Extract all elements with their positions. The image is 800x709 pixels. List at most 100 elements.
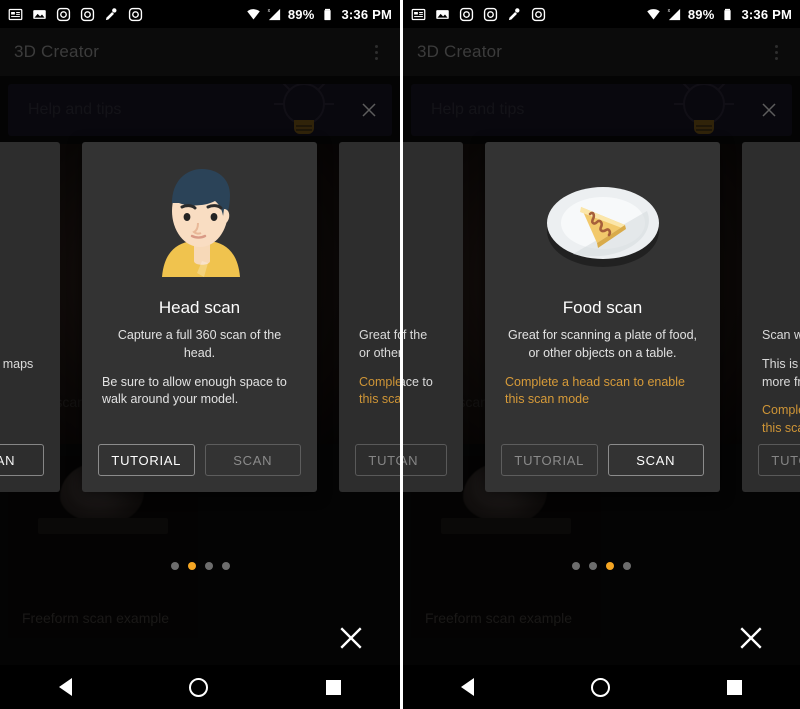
carousel-page-indicator [0, 562, 400, 570]
scan-card-previous[interactable]: Face scan Scan a face. Move around to le… [0, 142, 60, 492]
news-icon [411, 8, 426, 20]
app-bar: 3D Creator [403, 28, 800, 76]
instagram-icon [56, 7, 71, 21]
card-description-secondary: This is good for objects you want more f… [762, 356, 800, 389]
battery-icon [724, 8, 732, 20]
phone-screen-left: x 89% 3:36 PM 3D Creator Help and tips [0, 0, 400, 709]
back-button-icon[interactable] [58, 678, 72, 696]
card-description: Great for scanning a plate of food, or o… [359, 328, 400, 360]
close-icon[interactable] [338, 625, 364, 651]
card-actions: TUTORIAL SCAN [0, 444, 44, 476]
card-art-placeholder [0, 148, 40, 298]
card-art-placeholder [403, 148, 443, 298]
overflow-menu-icon[interactable] [366, 42, 386, 62]
page-dot[interactable] [221, 562, 230, 570]
card-title: Food scan [359, 298, 400, 318]
scan-card-previous[interactable]: Head scan Capture a full 360 scan of the… [403, 142, 463, 492]
card-description-secondary: Move around to learn how it maps surroun… [0, 356, 34, 371]
card-title: Freeform scan [762, 298, 800, 318]
close-icon[interactable] [738, 625, 764, 651]
page-dot-active[interactable] [606, 562, 614, 570]
instagram-icon [483, 7, 498, 21]
screen-content: Help and tips Head scan Freeform scan ex… [403, 76, 800, 709]
scan-card-head-scan[interactable]: Head scan Capture a full 360 scan of the… [82, 142, 317, 492]
page-dot[interactable] [204, 562, 213, 570]
card-description: Great for scanning a plate of food, or o… [507, 328, 697, 360]
page-dot-active[interactable] [187, 562, 196, 570]
scan-button[interactable]: SCAN [0, 444, 44, 476]
scan-card-next[interactable]: Freeform scan Scan without restrictions.… [742, 142, 800, 492]
svg-text:x: x [667, 8, 670, 14]
cellular-signal-icon: x [267, 8, 280, 20]
carousel-page-indicator [403, 562, 800, 570]
microphone-icon [508, 7, 520, 20]
page-title: 3D Creator [14, 42, 100, 61]
status-notification-icons [8, 7, 143, 22]
card-actions: TUTORIAL SCAN [355, 444, 400, 476]
tutorial-button[interactable]: TUTORIAL [355, 444, 400, 476]
phone-screen-right: x 89% 3:36 PM 3D Creator Help and tips [400, 0, 800, 709]
tutorial-button[interactable]: TUTORIAL [98, 444, 195, 476]
status-bar: x 89% 3:36 PM [0, 0, 400, 28]
instagram-icon [80, 7, 95, 21]
head-avatar-illustration [102, 148, 297, 298]
card-actions: TUTORIAL SCAN [98, 444, 301, 476]
scan-mode-carousel[interactable]: Face scan Scan a face. Move around to le… [0, 142, 400, 562]
card-note: Complete a head scan to enable this scan… [359, 374, 400, 407]
status-bar: x 89% 3:36 PM [403, 0, 800, 28]
card-description-secondary: Be sure to allow enough space to walk ar… [102, 374, 287, 407]
scan-button[interactable]: SCAN [204, 444, 301, 476]
head-avatar-icon [161, 169, 240, 277]
page-dot[interactable] [623, 562, 631, 570]
card-title: Food scan [562, 298, 643, 317]
scan-mode-carousel[interactable]: Head scan Capture a full 360 scan of the… [403, 142, 800, 562]
recents-button-icon[interactable] [326, 679, 342, 695]
card-actions: TUTORIAL SCAN [501, 444, 704, 476]
card-description: Capture a full 360 scan of the head. [403, 328, 428, 342]
instagram-icon [459, 7, 474, 21]
page-dot[interactable] [170, 562, 179, 570]
home-button-icon[interactable] [189, 677, 209, 697]
battery-icon [324, 8, 332, 20]
card-actions: TUTORIAL SCAN [758, 444, 800, 476]
card-art-placeholder [359, 148, 400, 298]
instagram-icon [128, 7, 143, 21]
card-description: Capture a full 360 scan of the head. [117, 328, 282, 360]
dual-screenshot: x 89% 3:36 PM 3D Creator Help and tips [0, 0, 800, 709]
wifi-icon [247, 8, 260, 19]
card-description: Scan without restrictions. [762, 328, 800, 342]
app-bar: 3D Creator [0, 28, 400, 76]
card-description: Scan a face. [0, 327, 40, 345]
wifi-icon [647, 8, 660, 19]
instagram-icon [531, 7, 546, 21]
svg-text:x: x [267, 8, 270, 14]
scan-button[interactable]: SCAN [607, 444, 704, 476]
clock: 3:36 PM [741, 6, 792, 22]
status-notification-icons [411, 7, 546, 22]
image-icon [436, 9, 449, 19]
recents-button-icon[interactable] [726, 679, 742, 695]
tutorial-button[interactable]: TUTORIAL [501, 444, 598, 476]
card-note: Complete a head scan to enable this scan… [505, 374, 685, 407]
tutorial-button[interactable]: TUTORIAL [758, 444, 800, 476]
card-art-placeholder [762, 148, 800, 298]
card-description-secondary: Be sure to allow enough space to walk ar… [403, 374, 433, 389]
battery-percent: 89% [287, 6, 315, 22]
scan-button[interactable]: SCAN [403, 444, 447, 476]
page-dot[interactable] [589, 562, 597, 570]
overflow-menu-icon[interactable] [766, 42, 786, 62]
page-title: 3D Creator [417, 42, 503, 61]
home-button-icon[interactable] [590, 677, 610, 697]
cellular-signal-icon: x [667, 8, 680, 20]
card-title: Face scan [0, 298, 40, 318]
page-dot[interactable] [572, 562, 580, 570]
card-title: Head scan [158, 298, 241, 317]
scan-card-next[interactable]: Food scan Great for scanning a plate of … [339, 142, 400, 492]
card-actions: TUTORIAL SCAN [403, 444, 447, 476]
back-button-icon[interactable] [461, 678, 475, 696]
android-navigation-bar [0, 665, 400, 709]
food-plate-icon [546, 187, 659, 267]
food-plate-illustration [505, 148, 700, 298]
status-system-icons: x 89% 3:36 PM [646, 7, 792, 22]
scan-card-food-scan[interactable]: Food scan Great for scanning a plate of … [485, 142, 720, 492]
